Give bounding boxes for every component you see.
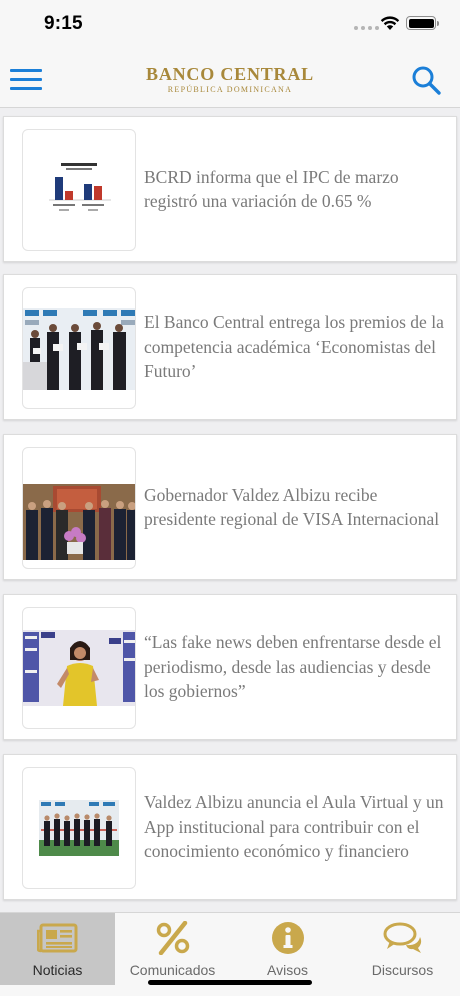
award-ceremony-photo <box>22 287 136 409</box>
news-title: Gobernador Valdez Albizu recibe presiden… <box>144 484 440 530</box>
tab-discursos[interactable]: Discursos <box>345 913 460 985</box>
signal-dots-icon <box>354 26 379 30</box>
tab-comunicados[interactable]: Comunicados <box>115 913 230 985</box>
tab-noticias[interactable]: Noticias <box>0 913 115 985</box>
newspaper-icon <box>37 923 78 953</box>
nav-bar: BANCO CENTRAL REPÚBLICA DOMINICANA <box>0 50 460 108</box>
status-time: 9:15 <box>44 13 83 34</box>
news-title: Valdez Albizu anuncia el Aula Virtual y … <box>144 792 444 862</box>
bar-chart-thumbnail <box>22 129 136 251</box>
wifi-icon <box>380 16 400 30</box>
percent-icon <box>156 921 190 955</box>
info-icon <box>272 922 304 954</box>
battery-cap <box>437 21 439 26</box>
news-card[interactable]: El Banco Central entrega los premios de … <box>3 274 457 420</box>
search-icon[interactable] <box>410 64 442 96</box>
tab-label: Comunicados <box>129 962 216 978</box>
news-card[interactable]: Gobernador Valdez Albizu recibe presiden… <box>3 434 457 580</box>
group-meeting-photo <box>22 447 136 569</box>
news-card[interactable]: Valdez Albizu anuncia el Aula Virtual y … <box>3 754 457 900</box>
ribbon-cutting-photo <box>22 767 136 889</box>
news-card[interactable]: “Las fake news deben enfrentarse desde e… <box>3 594 457 740</box>
news-card[interactable]: BCRD informa que el IPC de marzo registr… <box>3 116 457 262</box>
status-bar: 9:15 <box>0 0 460 50</box>
tab-label: Discursos <box>371 962 434 978</box>
battery-icon <box>406 16 436 30</box>
home-indicator[interactable] <box>148 980 312 985</box>
news-title: “Las fake news deben enfrentarse desde e… <box>144 632 442 702</box>
brand-name: BANCO CENTRAL <box>146 64 314 84</box>
speech-bubbles-icon <box>383 922 422 953</box>
news-title: El Banco Central entrega los premios de … <box>144 312 444 382</box>
tab-label: Avisos <box>267 962 308 978</box>
brand-logo: BANCO CENTRAL REPÚBLICA DOMINICANA <box>0 64 460 95</box>
speaker-photo <box>22 607 136 729</box>
tab-avisos[interactable]: Avisos <box>230 913 345 985</box>
tab-label: Noticias <box>32 962 83 978</box>
brand-subtitle: REPÚBLICA DOMINICANA <box>167 85 293 94</box>
news-feed: BCRD informa que el IPC de marzo registr… <box>0 108 460 912</box>
app-screen: 9:15 BANCO CENTRAL REPÚBLICA DOMINICANA <box>0 0 460 996</box>
news-title: BCRD informa que el IPC de marzo registr… <box>144 166 399 212</box>
